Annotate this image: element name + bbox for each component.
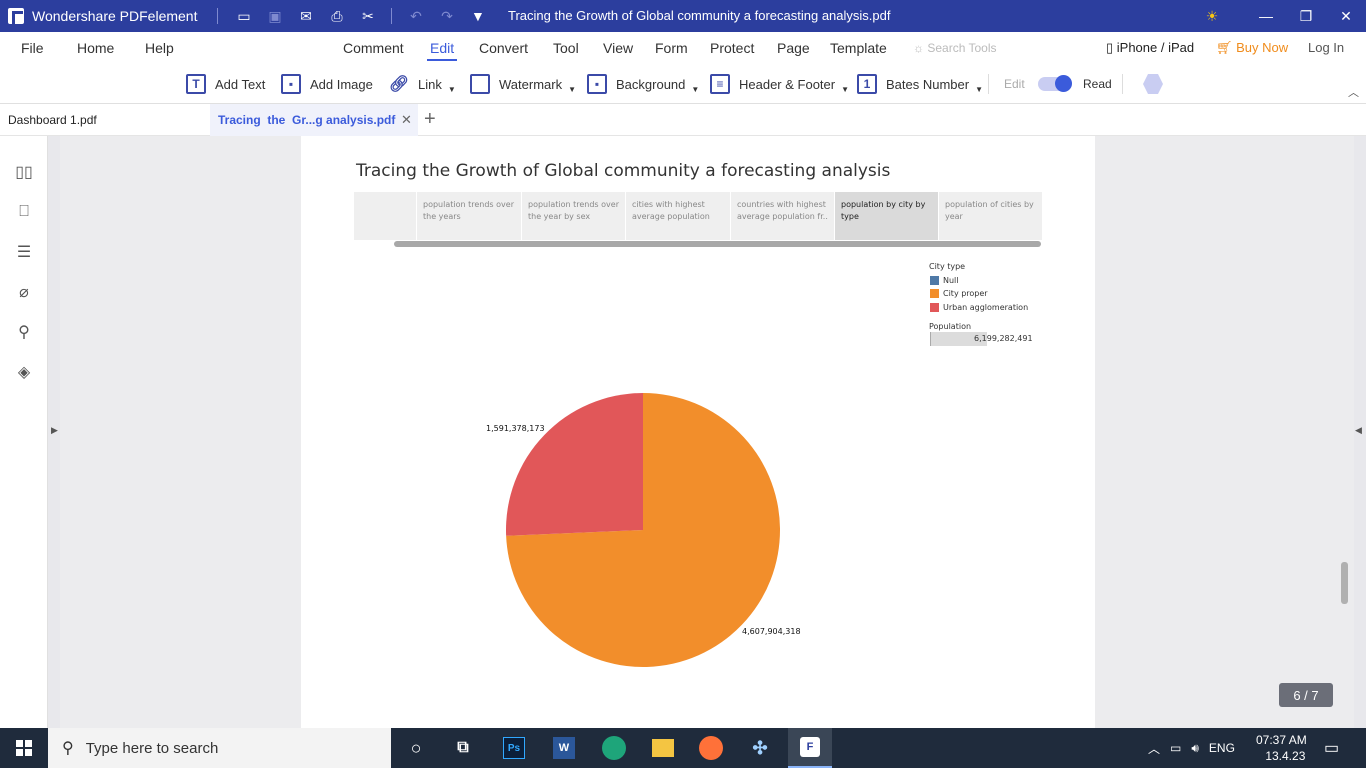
notification-center-icon[interactable]: ▭	[1324, 728, 1339, 768]
language-indicator[interactable]: ENG	[1209, 741, 1235, 755]
clock-date: 13.4.23	[1265, 749, 1306, 763]
tableau-icon[interactable]: ✣	[744, 732, 776, 764]
taskbar-search-box[interactable]: ⚲ Type here to search	[48, 728, 391, 768]
slice-label-urban: 1,591,378,173	[486, 424, 545, 433]
pdfelement-taskbar-icon: F	[800, 737, 820, 757]
firefox-icon[interactable]	[699, 736, 723, 760]
page-indicator: 6 / 7	[1279, 683, 1333, 707]
pie-chart	[506, 393, 780, 667]
word-icon[interactable]: W	[553, 737, 575, 759]
task-view-icon[interactable]: ⧉	[447, 732, 479, 764]
cortana-icon[interactable]: ○	[400, 732, 432, 764]
windows-start-button[interactable]	[0, 728, 48, 768]
search-icon: ⚲	[62, 740, 74, 757]
taskbar-search-placeholder: Type here to search	[85, 739, 219, 757]
file-explorer-icon[interactable]	[652, 739, 674, 757]
show-hidden-icons-icon[interactable]: ︿	[1148, 740, 1160, 757]
vertical-scrollbar[interactable]	[1341, 562, 1348, 604]
system-tray: ︿ ▭ 🔊︎ ENG	[1148, 728, 1235, 768]
clock-time: 07:37 AM	[1256, 733, 1307, 747]
edge-icon[interactable]	[602, 736, 626, 760]
volume-icon[interactable]: 🔊︎	[1191, 741, 1199, 756]
battery-icon[interactable]: ▭	[1170, 741, 1181, 755]
photoshop-icon[interactable]: Ps	[503, 737, 525, 759]
clock[interactable]: 07:37 AM 13.4.23	[1256, 728, 1307, 768]
slice-label-city-proper: 4,607,904,318	[742, 627, 801, 636]
windows-taskbar: ⚲ Type here to search ○ ⧉ Ps W ✣ F ︿ ▭ 🔊…	[0, 728, 1366, 768]
windows-logo-icon	[16, 740, 32, 756]
pdfelement-taskbar-app[interactable]: F	[788, 728, 832, 768]
pie-slice-urban-agglomeration[interactable]	[506, 393, 643, 536]
